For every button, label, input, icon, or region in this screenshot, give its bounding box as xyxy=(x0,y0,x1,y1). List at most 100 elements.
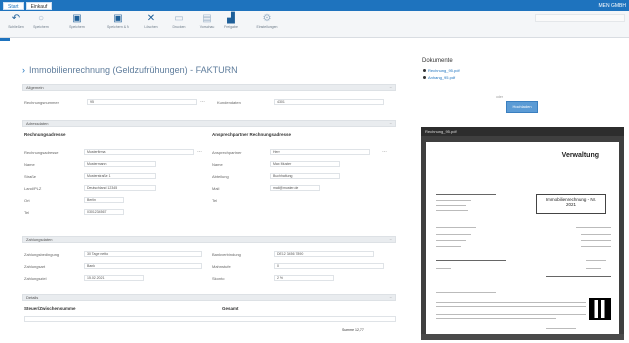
details-row[interactable] xyxy=(24,316,396,322)
addr-input[interactable]: Musterstraße 1 xyxy=(84,173,156,179)
tab-einkauf[interactable]: Einkauf xyxy=(25,1,53,10)
preview-header: Rechnung_95.pdf xyxy=(421,127,624,136)
delete-button[interactable]: ✕ Löschen xyxy=(140,14,162,34)
top-bar: Start Einkauf MEN GMBH xyxy=(0,0,629,11)
contact-label: Tel xyxy=(212,198,218,203)
collapse-icon[interactable]: − xyxy=(390,237,392,242)
chevron-right-icon: › xyxy=(22,65,25,75)
text-line xyxy=(436,306,586,307)
invoice-title-box: Immobilienrechnung - Nr. 2021 xyxy=(536,194,606,214)
addr-input[interactable]: Deutschland 12345 xyxy=(84,185,156,191)
details-left-heading: Steuer/Zwischensumme xyxy=(24,306,76,311)
contact-label: Name xyxy=(212,162,223,167)
chart-icon: ▟ xyxy=(227,13,235,24)
subheading-ansprechpartner: Ansprechpartner Rechnungsadresse xyxy=(212,132,292,137)
close-button[interactable]: ↶ Schließen xyxy=(5,14,27,34)
addr-input[interactable]: Mustermann xyxy=(84,161,156,167)
text-line xyxy=(436,260,506,261)
tab-start[interactable]: Start xyxy=(3,1,24,10)
qr-code-icon xyxy=(589,298,611,320)
text-line xyxy=(436,268,451,269)
addr-label: Tel xyxy=(24,210,30,215)
pay-label: Zahlungsbedingung xyxy=(24,252,60,257)
section-details[interactable]: Details − xyxy=(22,294,396,301)
pay-label: Skonto xyxy=(212,276,225,281)
printer-icon: ▭ xyxy=(174,13,184,24)
document-preview: Rechnung_95.pdf Verwaltung Immobilienrec… xyxy=(421,127,624,340)
text-line xyxy=(581,240,611,241)
contact-input[interactable]: Max Muster xyxy=(270,161,340,167)
left-accent-strip xyxy=(0,38,10,41)
addr-label: Land/PLZ xyxy=(24,186,42,191)
upload-button[interactable]: Hochladen xyxy=(506,101,538,113)
label-kundendaten: Kundendaten xyxy=(217,100,241,105)
addr-input[interactable]: Musterfirma xyxy=(84,149,194,155)
contact-input[interactable]: Buchhaltung xyxy=(270,173,340,179)
section-allgemein[interactable]: Allgemein − xyxy=(22,84,396,91)
save-button[interactable]: ○ Speichern xyxy=(30,14,52,34)
text-line xyxy=(546,328,576,329)
input-rechnungsnummer[interactable]: 95 xyxy=(87,99,197,105)
pay-input[interactable]: 30 Tage netto xyxy=(84,251,202,257)
addr-input[interactable]: 0301234567 xyxy=(84,209,124,215)
contact-input[interactable]: mail@muster.de xyxy=(270,185,320,191)
print-button[interactable]: ▭ Drucken xyxy=(168,14,190,34)
bullet-icon xyxy=(423,69,426,72)
save-new-button[interactable]: ▣Speichern & Neu xyxy=(107,14,129,34)
pay-input[interactable]: 0 xyxy=(274,263,384,269)
addr-label: Ort xyxy=(24,198,30,203)
text-line xyxy=(546,276,611,277)
pay-input[interactable]: DE12 3456 7890 xyxy=(274,251,374,257)
more-icon[interactable]: … xyxy=(197,148,202,154)
collapse-icon[interactable]: − xyxy=(390,121,392,126)
contact-input[interactable]: Herr xyxy=(270,149,370,155)
addr-label: Straße xyxy=(24,174,37,179)
pay-label: Bankverbindung xyxy=(212,252,241,257)
text-line xyxy=(586,268,601,269)
main-form: Allgemein − Rechnungsnummer 95 … Kundenda… xyxy=(22,80,398,340)
doc-icon: ▤ xyxy=(202,13,212,24)
documents-title: Dokumente xyxy=(422,58,453,64)
page-title: › Immobilienrechnung (Geldzufrühungen) - … xyxy=(22,65,238,75)
pay-label: Zahlungsziel xyxy=(24,276,47,281)
release-button[interactable]: ▟ Freigabe xyxy=(220,14,242,34)
addr-input[interactable]: Berlin xyxy=(84,197,124,203)
pay-input[interactable]: 15.02.2021 xyxy=(84,275,144,281)
addr-label: Name xyxy=(24,162,35,167)
more-icon[interactable]: … xyxy=(200,98,205,104)
text-line xyxy=(436,200,471,201)
more-icon[interactable]: … xyxy=(382,148,387,154)
text-line xyxy=(436,205,466,206)
text-line xyxy=(436,246,461,247)
section-zahlungsdaten[interactable]: Zahlungsdaten − xyxy=(22,236,396,243)
contact-label: Mail xyxy=(212,186,220,191)
settings-button[interactable]: ⚙ Einstellungen xyxy=(256,14,278,34)
text-line xyxy=(436,210,468,211)
addr-label: Rechnungsadresse xyxy=(24,150,59,155)
details-right-heading: Gesamt xyxy=(222,306,239,311)
preview-page[interactable]: Verwaltung Immobilienrechnung - Nr. 2021 xyxy=(426,142,619,336)
text-line xyxy=(436,194,496,195)
save2-button[interactable]: ▣ Speichern xyxy=(66,14,88,34)
floppy-plus-icon: ▣ xyxy=(113,13,123,24)
pay-label: Zahlungsart xyxy=(24,264,46,269)
text-line xyxy=(586,260,606,261)
pay-input[interactable]: Bank xyxy=(84,263,202,269)
text-line xyxy=(436,302,586,303)
preview-toolbar[interactable] xyxy=(421,334,624,340)
text-line xyxy=(436,292,496,293)
pay-label: Mahnstufe xyxy=(212,264,231,269)
document-link[interactable]: Anhang_95.pdf xyxy=(423,75,455,80)
circle-icon: ○ xyxy=(37,13,45,24)
input-kundendaten[interactable]: 4301 xyxy=(274,99,384,105)
document-link[interactable]: Rechnung_95.pdf xyxy=(423,68,460,73)
pay-input[interactable]: 2 % xyxy=(274,275,334,281)
contact-label: Abteilung xyxy=(212,174,229,179)
brand-text: Verwaltung xyxy=(561,152,599,159)
collapse-icon[interactable]: − xyxy=(390,85,392,90)
preview-button[interactable]: ▤ Vorschau xyxy=(196,14,218,34)
gear-icon: ⚙ xyxy=(262,13,272,24)
collapse-icon[interactable]: − xyxy=(390,295,392,300)
top-right-field[interactable] xyxy=(535,14,625,22)
section-adressdaten[interactable]: Adressdaten − xyxy=(22,120,396,127)
